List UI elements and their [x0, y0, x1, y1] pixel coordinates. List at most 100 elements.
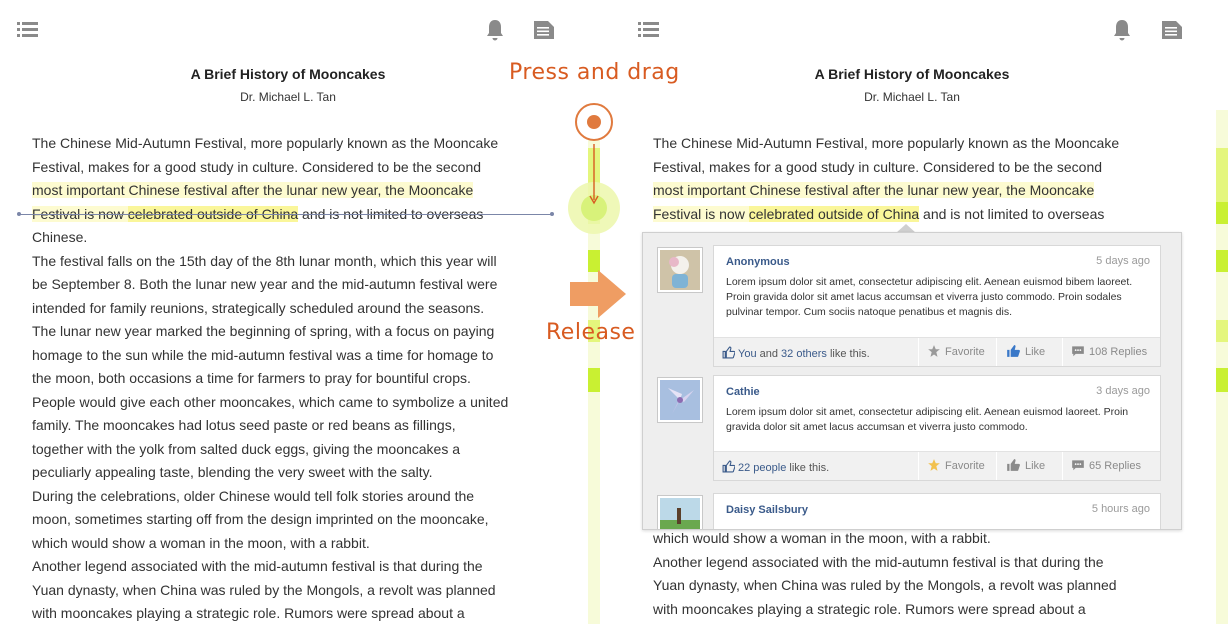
comment-icon [1072, 460, 1084, 471]
comments-popup[interactable]: Anonymous 5 days ago Lorem ipsum dolor s… [642, 232, 1182, 530]
text-line: the moon, both occasions a time for farm… [32, 370, 471, 386]
star-icon [928, 345, 940, 357]
thumbs-up-icon [1007, 459, 1020, 471]
article-body[interactable]: The Chinese Mid-Autumn Festival, more po… [17, 132, 554, 626]
highlighted-text: most important Chinese festival after th… [653, 182, 1095, 198]
left-screen: A Brief History of Mooncakes Dr. Michael… [0, 0, 600, 624]
text-line: which would show a woman in the moon, wi… [653, 530, 991, 546]
text-line: intended for family reunions, strategica… [32, 299, 485, 316]
favorite-label: Favorite [945, 460, 985, 472]
favorite-button[interactable]: Favorite [918, 452, 997, 480]
like-people-link[interactable]: 22 people [738, 462, 786, 474]
comment-footer: You and 32 others like this. Favorite Li… [714, 337, 1160, 366]
like-text: like this. [786, 462, 830, 474]
text-line-selected: Festival is now celebrated outside of Ch… [653, 203, 1175, 227]
gutter-marker [1216, 250, 1228, 272]
thumbs-up-icon [722, 346, 736, 359]
comment-time: 5 days ago [1096, 255, 1150, 267]
text-line: Another legend associated with the mid-a… [32, 558, 483, 574]
article-body[interactable]: The Chinese Mid-Autumn Festival, more po… [653, 132, 1175, 226]
favorite-button[interactable]: Favorite [918, 338, 997, 366]
replies-button[interactable]: 108 Replies [1062, 338, 1159, 366]
text-line: The Chinese Mid-Autumn Festival, more po… [32, 135, 499, 151]
avatar[interactable] [657, 247, 703, 293]
like-button[interactable]: Like [996, 338, 1051, 366]
highlighted-text: most important Chinese festival after th… [32, 182, 474, 198]
gutter-marker [1216, 320, 1228, 342]
comment-text: Lorem ipsum dolor sit amet, consectetur … [726, 276, 1133, 318]
comment-text: Lorem ipsum dolor sit amet, consectetur … [726, 406, 1129, 433]
comment-icon [1072, 346, 1084, 357]
comment-author[interactable]: Daisy Sailsbury [726, 504, 808, 516]
text-line: homage to the sun while the mid-autumn f… [32, 346, 494, 363]
gutter-marker [1216, 368, 1228, 392]
text-line: Festival, makes for a good study in cult… [653, 158, 1103, 175]
text-line: Chinese. [32, 229, 88, 245]
menu-icon[interactable] [16, 18, 40, 42]
avatar[interactable] [657, 495, 703, 529]
star-icon [928, 459, 940, 471]
bell-icon[interactable] [1110, 18, 1134, 42]
text-line: together with the yolk from salted duck … [32, 440, 461, 457]
like-text: and [756, 348, 782, 360]
like-summary: You and 32 others like this. [722, 346, 870, 360]
replies-label: 65 Replies [1089, 460, 1141, 472]
avatar-image [660, 380, 700, 420]
article-title: A Brief History of Mooncakes [814, 66, 1010, 82]
avatar-image [660, 498, 700, 529]
article-body-continued[interactable]: which would show a woman in the moon, wi… [653, 527, 1175, 621]
thumbs-up-icon [722, 460, 736, 473]
text-line: Yuan dynasty, when China was ruled by th… [653, 577, 1117, 593]
like-label: Like [1025, 460, 1046, 472]
text-line: family. The mooncakes had lotus seed pas… [32, 417, 456, 433]
text-line: with mooncakes playing a strategic role.… [653, 600, 1086, 617]
text-line: moon, sometimes starting off from the de… [32, 511, 489, 527]
avatar-image [660, 250, 700, 290]
text-line: peculiarly appealing taste, blending the… [32, 464, 433, 480]
text-line: Yuan dynasty, when China was ruled by th… [32, 581, 496, 598]
article-author: Dr. Michael L. Tan [240, 90, 336, 104]
text-line: During the celebrations, older Chinese w… [32, 487, 475, 504]
text-line: with mooncakes playing a strategic role.… [32, 605, 465, 621]
text-line: The Chinese Mid-Autumn Festival, more po… [653, 135, 1120, 151]
article-author: Dr. Michael L. Tan [864, 90, 960, 104]
comment-card: Daisy Sailsbury 5 hours ago [713, 493, 1161, 529]
comment-author[interactable]: Cathie [726, 386, 760, 398]
gutter-marker [1216, 202, 1228, 224]
gutter-marker [588, 368, 600, 392]
text-line: most important Chinese festival after th… [653, 179, 1175, 203]
text-segment: and is not limited to overseas [919, 205, 1105, 222]
comment-card: Anonymous 5 days ago Lorem ipsum dolor s… [713, 245, 1161, 367]
menu-icon[interactable] [637, 18, 661, 42]
like-others-link[interactable]: 32 others [781, 348, 827, 360]
like-text: like this. [826, 348, 870, 360]
comment-time: 3 days ago [1096, 385, 1150, 397]
text-line: which would show a woman in the moon, wi… [32, 534, 370, 551]
text-line: most important Chinese festival after th… [32, 179, 552, 203]
bell-icon[interactable] [483, 18, 507, 42]
text-line: be September 8. Both the lunar new year … [32, 276, 498, 292]
comment-footer: 22 people like this. Favorite Like 65 Re… [714, 451, 1160, 480]
drag-selection-line[interactable] [17, 211, 554, 216]
favorite-label: Favorite [945, 346, 985, 358]
text-line-selected: Festival is now celebrated outside of Ch… [17, 203, 554, 227]
like-summary: 22 people like this. [722, 460, 829, 474]
thumbs-up-icon [1007, 345, 1020, 357]
comment-time: 5 hours ago [1091, 503, 1150, 515]
comment-gutter[interactable] [1216, 110, 1228, 624]
text-line: The lunar new year marked the beginning … [32, 323, 495, 339]
highlighted-text: Festival is now [653, 205, 749, 222]
like-label: Like [1025, 346, 1046, 358]
article-title: A Brief History of Mooncakes [190, 66, 386, 82]
arrow-right-icon [570, 270, 626, 318]
replies-button[interactable]: 65 Replies [1062, 452, 1159, 480]
selected-text[interactable]: celebrated outside of China [748, 205, 920, 222]
document-icon[interactable] [1160, 18, 1184, 42]
comment-author[interactable]: Anonymous [726, 256, 790, 268]
like-you-link[interactable]: You [738, 348, 757, 360]
avatar[interactable] [657, 377, 703, 423]
document-icon[interactable] [532, 18, 556, 42]
text-line: The festival falls on the 15th day of th… [32, 252, 497, 269]
like-button[interactable]: Like [996, 452, 1051, 480]
text-line: Festival, makes for a good study in cult… [32, 158, 482, 175]
